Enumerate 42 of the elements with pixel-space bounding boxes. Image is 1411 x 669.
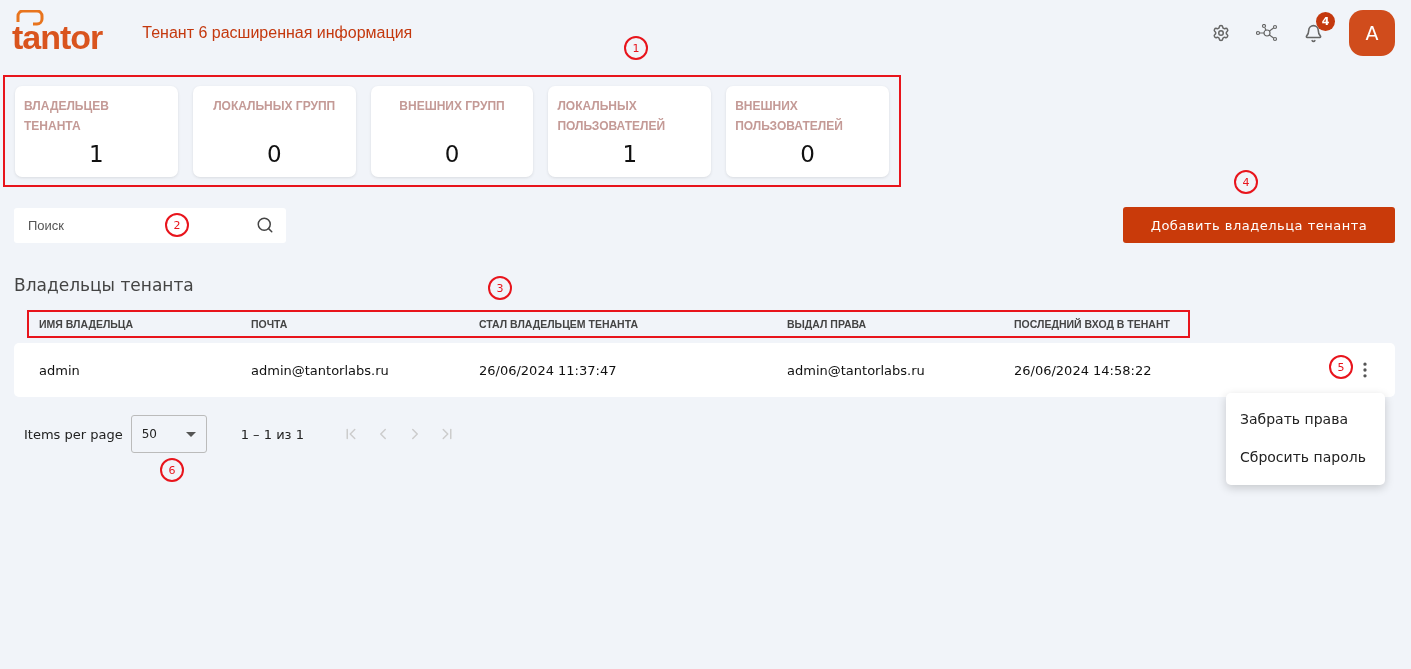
stat-label: ЛОКАЛЬНЫХ ГРУПП [212, 98, 337, 115]
table-cell-text: admin@tantorlabs.ru [787, 362, 926, 378]
page-range: 1 – 1 из 1 [240, 426, 304, 442]
page-size-select[interactable]: 50 [130, 415, 207, 453]
add-owner-button[interactable]: Добавить владельца тенанта [1123, 207, 1395, 243]
stat-label: ВЛАДЕЛЬЦЕВ ТЕНАНТА [24, 98, 110, 135]
notification-badge: 4 [1316, 11, 1335, 31]
table-cell-text: admin@tantorlabs.ru [251, 362, 390, 378]
stat-label: ВНЕШНИХ ГРУПП [398, 98, 506, 115]
annotation-marker: 3 [488, 276, 512, 300]
menu-item[interactable]: Сбросить пароль [1226, 439, 1385, 477]
page-title: Тенант 6 расширенная информация [142, 24, 413, 42]
stat-label: ЛОКАЛЬНЫХ ПОЛЬЗОВАТЕЛЕЙ [557, 98, 666, 135]
annotation-marker: 5 [1329, 355, 1353, 379]
stat-value: 0 [265, 141, 283, 167]
column-header: СТАЛ ВЛАДЕЛЬЦЕМ ТЕНАНТА [479, 318, 639, 330]
table-cell-text: admin [39, 362, 81, 378]
stat-value: 0 [443, 141, 461, 167]
logo: tantor [12, 9, 103, 57]
caret-icon [185, 431, 196, 437]
annotation-marker: 6 [160, 458, 184, 482]
stat-label: ВНЕШНИХ ПОЛЬЗОВАТЕЛЕЙ [735, 98, 844, 135]
items-per-page-label: Items per page [24, 426, 123, 442]
stat-value: 0 [799, 141, 816, 167]
column-header: ИМЯ ВЛАДЕЛЬЦА [39, 318, 135, 330]
bell-icon[interactable] [1304, 23, 1323, 43]
table-cell-text: 26/06/2024 11:37:47 [479, 362, 618, 378]
column-header: ПОСЛЕДНИЙ ВХОД В ТЕНАНТ [1014, 318, 1171, 330]
user-avatar[interactable]: A [1349, 10, 1395, 56]
annotation-marker: 2 [165, 213, 189, 237]
menu-item[interactable]: Забрать права [1226, 401, 1385, 439]
column-header: ПОЧТА [251, 318, 289, 330]
settings-icon[interactable] [1212, 24, 1230, 42]
annotation-marker: 1 [624, 36, 648, 60]
stat-value: 1 [621, 141, 639, 167]
table-cell-text: 26/06/2024 14:58:22 [1014, 362, 1153, 378]
column-header: ВЫДАЛ ПРАВА [787, 318, 868, 330]
network-icon[interactable] [1256, 24, 1278, 42]
stat-value: 1 [88, 141, 105, 167]
annotation-marker: 4 [1234, 170, 1258, 194]
search-icon[interactable] [256, 215, 274, 234]
section-title: Владельцы тенанта [14, 275, 194, 295]
